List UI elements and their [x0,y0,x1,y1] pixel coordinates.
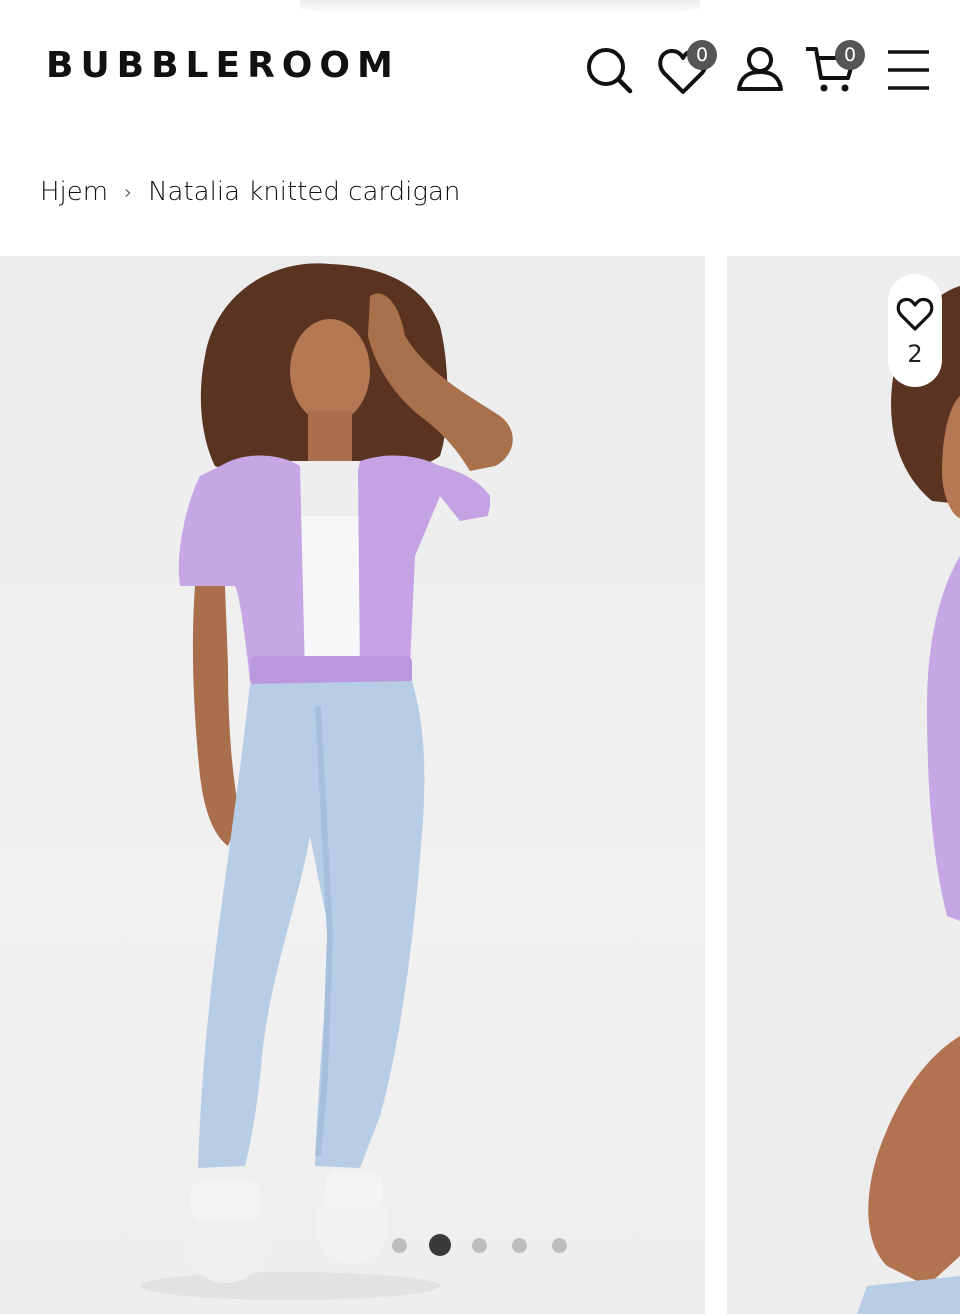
gallery-dot[interactable] [428,1234,451,1256]
site-header: BUBBLEROOM 0 0 [0,0,960,130]
product-photo [140,263,513,1300]
search-icon [587,48,633,94]
breadcrumb-current: Natalia knitted cardigan [148,177,461,207]
heart-icon [896,297,934,331]
user-icon [737,47,783,91]
search-button[interactable] [584,40,640,100]
brand-logo[interactable]: BUBBLEROOM [46,48,400,84]
cart-button[interactable]: 0 [806,40,865,100]
favorite-count: 2 [907,340,923,368]
breadcrumb: Hjem › Natalia knitted cardigan [40,172,460,212]
breadcrumb-home-link[interactable]: Hjem [40,177,108,207]
account-button[interactable] [734,40,790,100]
product-gallery[interactable] [0,256,960,1314]
gallery-dot[interactable] [472,1237,487,1253]
menu-icon [888,50,929,90]
gallery-dot[interactable] [552,1237,567,1253]
favorite-toggle[interactable]: 2 [888,274,942,387]
wishlist-count-badge: 0 [687,40,717,70]
product-photo-2 [857,286,960,1314]
product-image-secondary[interactable] [727,256,960,1314]
menu-button[interactable] [884,40,940,100]
gallery-dot[interactable] [512,1237,527,1253]
wishlist-button[interactable]: 0 [658,40,717,100]
product-image-main[interactable] [0,256,705,1314]
gallery-dot[interactable] [392,1237,407,1253]
cart-count-badge: 0 [835,40,865,70]
gallery-pagination [388,1234,580,1256]
breadcrumb-separator: › [124,180,133,204]
